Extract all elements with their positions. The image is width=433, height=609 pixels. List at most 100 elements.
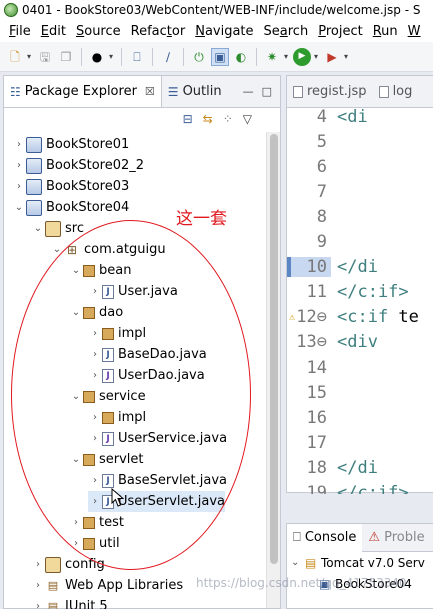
package-bean[interactable]: ⌄ bean: [69, 260, 132, 281]
debug-icon[interactable]: ✷: [263, 48, 281, 66]
chevron-right-icon[interactable]: ›: [88, 349, 102, 360]
console-icon[interactable]: ⎕: [128, 48, 146, 66]
menu-item[interactable]: Navigate: [190, 24, 258, 39]
server-row[interactable]: ⌄ ▤ Tomcat v7.0 Serv: [287, 552, 433, 573]
menu-item[interactable]: Search: [259, 24, 314, 39]
file-userservice-java[interactable]: › J UserService.java: [88, 428, 227, 449]
debug-dropdown-icon[interactable]: ▾: [284, 52, 290, 61]
code-line[interactable]: 15: [287, 380, 433, 405]
package-service[interactable]: ⌄ service: [69, 386, 146, 407]
save-icon[interactable]: 🖫: [36, 48, 54, 66]
code-line[interactable]: 13⊖ <div: [287, 330, 433, 355]
code-line[interactable]: 5: [287, 129, 433, 154]
file-userservlet-java[interactable]: › J UserServlet.java: [88, 491, 225, 512]
package-test[interactable]: › test: [69, 512, 124, 533]
save-all-icon[interactable]: ❐: [57, 48, 75, 66]
filters-icon[interactable]: ⁘: [223, 112, 233, 126]
package-service-impl[interactable]: › impl: [88, 407, 146, 428]
chevron-right-icon[interactable]: ›: [69, 517, 83, 528]
code-line[interactable]: 18 </di: [287, 455, 433, 480]
editor-tab-log[interactable]: log: [373, 84, 419, 99]
new-dropdown-icon[interactable]: ▾: [27, 52, 33, 61]
close-icon[interactable]: ☒: [145, 85, 155, 98]
code-line[interactable]: 8: [287, 204, 433, 229]
chevron-down-icon[interactable]: ⌄: [291, 557, 305, 568]
new-wizard-icon[interactable]: 🗋: [6, 48, 24, 66]
project-bookstore01[interactable]: › BookStore01: [12, 134, 129, 155]
project-bookstore04[interactable]: ⌄ BookStore04: [12, 197, 129, 218]
package-servlet[interactable]: ⌄ servlet: [69, 449, 144, 470]
code-line[interactable]: 4 <di: [287, 108, 433, 129]
link-with-editor-icon[interactable]: ⇆: [203, 112, 213, 126]
menu-item[interactable]: Source: [71, 24, 126, 39]
chevron-right-icon[interactable]: ›: [88, 286, 102, 297]
chevron-right-icon[interactable]: ›: [31, 601, 45, 609]
code-line[interactable]: 19 </c:if>: [287, 481, 433, 494]
eclipse-market-icon[interactable]: ◐: [232, 48, 250, 66]
tab-problems[interactable]: ⚠ Proble: [362, 530, 430, 545]
chevron-down-icon[interactable]: ⌄: [69, 307, 83, 318]
view-menu-icon[interactable]: ▽: [243, 112, 252, 126]
code-line[interactable]: 14: [287, 355, 433, 380]
menu-item[interactable]: Edit: [36, 24, 71, 39]
project-bookstore02-2[interactable]: › BookStore02_2: [12, 155, 144, 176]
chevron-right-icon[interactable]: ›: [12, 139, 26, 150]
external-tools-icon[interactable]: ▶: [323, 48, 341, 66]
chevron-right-icon[interactable]: ›: [88, 328, 102, 339]
tab-console[interactable]: ⎕ Console: [287, 523, 363, 552]
chevron-right-icon[interactable]: ›: [88, 433, 102, 444]
web-app-libraries[interactable]: › ▤ Web App Libraries: [31, 575, 183, 596]
code-line[interactable]: 17: [287, 430, 433, 455]
file-basedao-java[interactable]: › J BaseDao.java: [88, 344, 207, 365]
power-icon[interactable]: ⏻: [190, 48, 208, 66]
menu-item[interactable]: Project: [313, 24, 368, 39]
code-editor[interactable]: 4 <di 5 6 7 8 9 10 </di 11 </c:if> ⚠ 12⊖ <c:if te 13⊖ <…: [287, 108, 433, 494]
tab-outline[interactable]: ☰ Outlin: [162, 76, 228, 107]
menu-item[interactable]: Run: [368, 24, 403, 39]
collapse-all-icon[interactable]: ⊟: [183, 112, 193, 126]
folder-config[interactable]: › config: [31, 554, 105, 575]
chevron-right-icon[interactable]: ›: [31, 559, 45, 570]
package-dao[interactable]: ⌄ dao: [69, 302, 123, 323]
warning-icon[interactable]: ⚠: [289, 312, 295, 323]
chevron-down-icon[interactable]: ⌄: [69, 454, 83, 465]
toggle-mark-icon[interactable]: ▣: [211, 47, 229, 66]
chevron-down-icon[interactable]: ⌄: [31, 223, 45, 234]
chevron-right-icon[interactable]: ›: [12, 181, 26, 192]
package-util[interactable]: › util: [69, 533, 120, 554]
chevron-right-icon[interactable]: ›: [88, 370, 102, 381]
run-icon[interactable]: ▶: [293, 47, 311, 66]
code-line[interactable]: 16: [287, 405, 433, 430]
junit-5[interactable]: › ▤ JUnit 5: [31, 596, 108, 609]
external-tools-dropdown-icon[interactable]: ▾: [344, 52, 350, 61]
profile-icon[interactable]: ●: [88, 48, 106, 66]
menu-item[interactable]: File: [4, 24, 36, 39]
package-dao-impl[interactable]: › impl: [88, 323, 146, 344]
tab-package-explorer[interactable]: ☷ Package Explorer ☒: [4, 76, 162, 107]
profile-dropdown-icon[interactable]: ▾: [109, 52, 115, 61]
chevron-right-icon[interactable]: ›: [88, 475, 102, 486]
package-com-atguigu[interactable]: ⌄ ⊞ com.atguigu: [50, 239, 166, 260]
code-line[interactable]: 11 </c:if>: [287, 280, 433, 305]
code-line[interactable]: 7: [287, 179, 433, 204]
chevron-down-icon[interactable]: ⌄: [69, 265, 83, 276]
folder-src[interactable]: ⌄ src: [31, 218, 84, 239]
chevron-right-icon[interactable]: ›: [88, 412, 102, 423]
minimize-icon[interactable]: —: [243, 85, 254, 98]
chevron-down-icon[interactable]: ⌄: [69, 391, 83, 402]
maximize-icon[interactable]: □: [262, 85, 272, 98]
file-userdao-java[interactable]: › J UserDao.java: [88, 365, 205, 386]
chevron-right-icon[interactable]: ›: [88, 496, 102, 507]
code-line[interactable]: 6: [287, 154, 433, 179]
menu-item[interactable]: W: [403, 24, 426, 39]
file-user-java[interactable]: › J User.java: [88, 281, 178, 302]
code-line[interactable]: 10 </di: [287, 255, 433, 280]
file-baseservlet-java[interactable]: › J BaseServlet.java: [88, 470, 227, 491]
editor-tab-regist[interactable]: regist.jsp: [287, 84, 373, 99]
chevron-right-icon[interactable]: ›: [31, 580, 45, 591]
skip-breakpoints-icon[interactable]: ∕: [159, 48, 177, 66]
tree-vertical-scrollbar[interactable]: [266, 132, 280, 608]
chevron-right-icon[interactable]: ›: [12, 160, 26, 171]
code-line[interactable]: ⚠ 12⊖ <c:if te: [287, 305, 433, 330]
run-dropdown-icon[interactable]: ▾: [314, 52, 320, 61]
